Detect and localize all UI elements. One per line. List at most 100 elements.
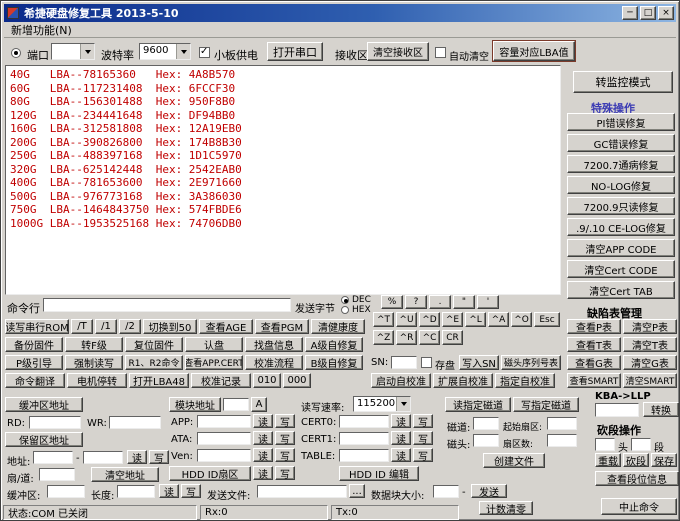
special-op-button[interactable]: GC错误修复 [567, 134, 675, 152]
grid-button-t[interactable]: /T [71, 319, 93, 334]
clear-receive-button[interactable]: 清空接收区 [367, 42, 429, 61]
special-op-button[interactable]: NO-LOG修复 [567, 176, 675, 194]
grid-button-lba48[interactable]: 打开LBA48 [129, 373, 189, 388]
sector-count-input[interactable] [547, 434, 577, 447]
grid-button-b-selfrepair[interactable]: B级自修复 [305, 355, 363, 370]
create-file-button[interactable]: 创建文件 [483, 453, 545, 468]
counter-reset-button[interactable]: 计数清零 [479, 501, 533, 515]
read-track-button[interactable]: 读指定磁道 [445, 397, 511, 412]
keypad-key[interactable]: ^A [488, 312, 509, 327]
start-sector-input[interactable] [547, 417, 577, 430]
keypad-key[interactable]: ^O [511, 312, 532, 327]
head-input[interactable] [473, 434, 499, 447]
segment-seg-input[interactable] [631, 438, 651, 451]
write-track-button[interactable]: 写指定磁道 [513, 397, 579, 412]
keypad-key[interactable]: ^T [373, 312, 394, 327]
special-op-button[interactable]: 清空APP CODE [567, 239, 675, 257]
ven-input[interactable] [197, 449, 251, 462]
sn-input[interactable] [391, 356, 417, 369]
sector-track-input[interactable] [39, 468, 75, 481]
grid-button-clear-health[interactable]: 清健康度 [311, 319, 365, 334]
write-button[interactable]: 写 [181, 484, 201, 498]
write-button[interactable]: 写 [413, 448, 433, 462]
grid-button-view-age[interactable]: 查看AGE [199, 319, 253, 334]
grid-button-cmd-translate[interactable]: 命令翻译 [5, 373, 65, 388]
reserved-addr-button[interactable]: 保留区地址 [5, 432, 83, 447]
grid-button-p-boot[interactable]: P级引导 [5, 355, 63, 370]
wr-input[interactable] [109, 416, 161, 429]
read-button[interactable]: 读 [391, 431, 411, 445]
hdd-id-sector-button[interactable]: HDD ID扇区 [169, 466, 251, 481]
grid-button-serial-rom[interactable]: 读写串行ROM [5, 319, 69, 334]
abort-command-button[interactable]: 中止命令 [601, 498, 677, 515]
write-button[interactable]: 写 [275, 448, 295, 462]
keypad-key[interactable]: ^C [419, 330, 440, 345]
write-sn-button[interactable]: 写入SN [459, 355, 499, 370]
read-button[interactable]: 读 [127, 450, 147, 464]
start-selfcal-button[interactable]: 启动自校准 [371, 373, 431, 388]
keypad-key[interactable]: " [453, 295, 475, 309]
module-addr-input[interactable] [223, 398, 249, 411]
keypad-key[interactable]: ^U [396, 312, 417, 327]
grid-button-to-f-level[interactable]: 转F级 [65, 337, 123, 352]
write-button[interactable]: 写 [413, 431, 433, 445]
grid-button-2[interactable]: /2 [119, 319, 141, 334]
read-button[interactable]: 读 [159, 484, 179, 498]
send-button[interactable]: 发送 [471, 484, 507, 498]
kba-llp-input[interactable] [595, 403, 639, 417]
write-button[interactable]: 写 [275, 431, 295, 445]
title-bar[interactable]: 希捷硬盘修复工具 2013-5-10 ─ □ × [4, 4, 676, 22]
open-serial-button[interactable]: 打开串口 [267, 42, 323, 61]
special-op-button[interactable]: 7200.7通病修复 [567, 155, 675, 173]
buffer-input[interactable] [47, 485, 85, 498]
table-input[interactable] [339, 449, 389, 462]
rd-input[interactable] [29, 416, 81, 429]
grid-button-r1r2[interactable]: R1、R2命令 [125, 355, 183, 370]
kba-convert-button[interactable]: 转换 [643, 402, 679, 417]
head-serial-table-button[interactable]: 磁头序列号表 [501, 355, 561, 370]
minimize-button[interactable]: ─ [622, 6, 638, 20]
command-line-input[interactable] [43, 298, 291, 312]
grid-button-identify[interactable]: 认盘 [185, 337, 243, 352]
cert1-input[interactable] [339, 432, 389, 445]
read-button[interactable]: 读 [253, 466, 273, 480]
length-input[interactable] [117, 485, 155, 498]
keypad-key[interactable]: ^L [465, 312, 486, 327]
segment-head-input[interactable] [595, 438, 615, 451]
grid-button-disk-info[interactable]: 找盘信息 [245, 337, 303, 352]
special-op-button[interactable]: .9/.10 CE-LOG修复 [567, 218, 675, 236]
targeted-selfcal-button[interactable]: 指定自校准 [495, 373, 555, 388]
read-button[interactable]: 读 [253, 431, 273, 445]
clear-t-list-button[interactable]: 清空T表 [623, 337, 677, 352]
maximize-button[interactable]: □ [640, 6, 656, 20]
keypad-key[interactable]: ^D [419, 312, 440, 327]
grid-button-cal-flow[interactable]: 校准流程 [245, 355, 303, 370]
keypad-key[interactable]: % [381, 295, 403, 309]
grid-button-cal-record[interactable]: 校准记录 [191, 373, 251, 388]
keypad-key-esc[interactable]: Esc [534, 312, 560, 327]
segment-cut-button[interactable]: 砍段 [623, 453, 649, 467]
close-button[interactable]: × [658, 6, 674, 20]
sn-save-checkbox[interactable] [421, 357, 432, 368]
view-t-list-button[interactable]: 查看T表 [567, 337, 621, 352]
buffer-addr-button[interactable]: 缓冲区地址 [5, 397, 83, 412]
monitor-mode-button[interactable]: 转监控模式 [573, 71, 673, 93]
grid-button-motor-stop[interactable]: 电机停转 [67, 373, 127, 388]
hex-radio[interactable] [341, 306, 349, 314]
special-op-button[interactable]: 7200.9只读修复 [567, 197, 675, 215]
keypad-key[interactable]: ^R [396, 330, 417, 345]
browse-button[interactable]: ... [349, 484, 365, 498]
grid-button-a-selfrepair[interactable]: A级自修复 [305, 337, 363, 352]
grid-button-backup-fw[interactable]: 备份固件 [5, 337, 63, 352]
grid-button-switch-50[interactable]: 切换到50 [143, 319, 197, 334]
segment-reload-button[interactable]: 重载 [595, 453, 621, 467]
keypad-key[interactable]: ^Z [373, 330, 394, 345]
extended-selfcal-button[interactable]: 扩展自校准 [433, 373, 493, 388]
receive-area[interactable]: 40G LBA--78165360 Hex: 4A8B570 60G LBA--… [5, 65, 561, 295]
keypad-key[interactable]: . [429, 295, 451, 309]
block-size-input[interactable] [433, 485, 459, 498]
grid-button-010[interactable]: 010 [253, 373, 281, 388]
keypad-key-cr[interactable]: CR [442, 330, 463, 345]
view-segment-info-button[interactable]: 查看段位信息 [595, 471, 679, 486]
grid-button-view-app-cert[interactable]: 查看APP.CERT [185, 355, 243, 370]
